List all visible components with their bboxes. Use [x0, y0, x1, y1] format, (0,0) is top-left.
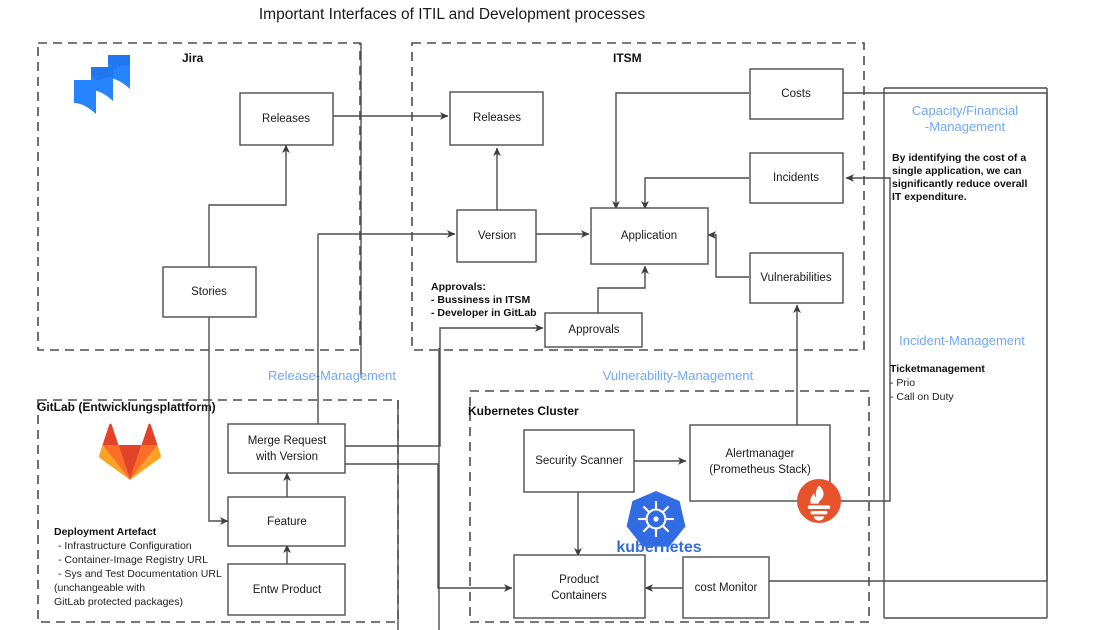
edge-mergerequest-to-approvals: [345, 324, 544, 447]
node-label-line2: (Prometheus Stack): [709, 464, 811, 476]
prometheus-logo: [797, 479, 841, 523]
edge-costs-to-application: [612, 92, 749, 210]
note-deployment-item-0: - Infrastructure Configuration: [58, 540, 192, 552]
swimlane-capacity-financial-line1: Capacity/Financial: [912, 103, 1018, 118]
group-label-jira: Jira: [182, 51, 204, 65]
swimlane-incident-management: Incident-Management: [899, 333, 1025, 348]
note-capacity-line-2: significantly reduce overall: [892, 178, 1027, 190]
node-label-line1: Merge Request: [248, 435, 327, 447]
node-label: Approvals: [568, 324, 619, 336]
node-label: Releases: [262, 113, 310, 125]
note-approvals-item-0: - Bussiness in ITSM: [431, 294, 530, 306]
swimlane-release-management: Release-Management: [268, 368, 396, 383]
swimlane-vulnerability-management: Vulnerability-Management: [603, 368, 754, 383]
note-deployment-item-3: (unchangeable with: [54, 582, 145, 594]
node-jira-releases[interactable]: Releases: [239, 92, 334, 146]
group-label-kubernetes: Kubernetes Cluster: [468, 404, 579, 418]
node-gitlab-entw-product[interactable]: Entw Product: [227, 563, 346, 616]
node-label: Security Scanner: [535, 455, 623, 467]
note-ticketmanagement: Ticketmanagement - Prio - Call on Duty: [890, 363, 985, 403]
node-label: Stories: [191, 286, 227, 298]
node-label: Releases: [473, 112, 521, 124]
node-k8s-security-scanner[interactable]: Security Scanner: [523, 429, 635, 493]
node-itsm-releases[interactable]: Releases: [449, 91, 544, 146]
diagram-canvas: Important Interfaces of ITIL and Develop…: [0, 0, 1120, 630]
node-k8s-product-containers[interactable]: Product Containers: [513, 554, 646, 619]
node-label-line1: Product: [559, 574, 599, 586]
node-gitlab-feature[interactable]: Feature: [227, 496, 346, 547]
note-deployment-item-2: - Sys and Test Documentation URL: [58, 568, 222, 580]
node-label: cost Monitor: [695, 582, 758, 594]
node-itsm-version[interactable]: Version: [456, 209, 537, 263]
node-itsm-incidents[interactable]: Incidents: [749, 152, 844, 204]
note-capacity-financial: By identifying the cost of a single appl…: [892, 152, 1027, 203]
node-label: Feature: [267, 516, 307, 528]
note-capacity-line-0: By identifying the cost of a: [892, 152, 1026, 164]
note-deployment-artefact: Deployment Artefact - Infrastructure Con…: [54, 526, 222, 608]
edge-mergerequest-to-product-containers: [345, 463, 513, 592]
group-label-gitlab: GitLab (Entwicklungsplattform): [37, 400, 216, 414]
edge-incidents-to-application: [641, 177, 749, 210]
edge-prometheus-to-incidents: [829, 174, 891, 502]
note-approvals-item-1: - Developer in GitLab: [431, 307, 537, 319]
swimlane-capacity-financial-line2: -Management: [925, 119, 1006, 134]
node-label: Version: [478, 230, 516, 242]
node-itsm-costs[interactable]: Costs: [749, 68, 844, 120]
node-label-line2: with Version: [255, 451, 318, 463]
note-ticket-item-0: - Prio: [890, 377, 915, 389]
note-capacity-line-3: IT expenditure.: [892, 191, 967, 203]
note-deployment-item-4: GitLab protected packages): [54, 596, 183, 608]
kubernetes-wordmark: kubernetes: [616, 539, 701, 556]
group-label-itsm: ITSM: [613, 51, 642, 65]
note-deployment-item-1: - Container-Image Registry URL: [58, 554, 208, 566]
jira-logo: [74, 55, 130, 114]
node-k8s-cost-monitor[interactable]: cost Monitor: [682, 556, 770, 619]
note-ticket-item-1: - Call on Duty: [890, 391, 954, 403]
edge-stories-to-jira-releases: [208, 144, 290, 270]
edge-vulnerabilities-to-application: [707, 231, 749, 278]
note-approvals: Approvals: - Bussiness in ITSM - Develop…: [431, 281, 537, 319]
gitlab-logo: [99, 423, 161, 480]
note-deployment-heading: Deployment Artefact: [54, 526, 157, 538]
note-approvals-heading: Approvals:: [431, 281, 486, 293]
node-label-line1: Alertmanager: [725, 448, 794, 460]
node-label: Incidents: [773, 172, 819, 184]
edge-approvals-to-application: [597, 265, 649, 315]
node-itsm-vulnerabilities[interactable]: Vulnerabilities: [749, 252, 844, 304]
node-label: Vulnerabilities: [760, 272, 831, 284]
page-title: Important Interfaces of ITIL and Develop…: [259, 6, 646, 23]
node-jira-stories[interactable]: Stories: [162, 266, 257, 318]
node-itsm-application[interactable]: Application: [590, 207, 709, 265]
edge-stories-to-feature: [208, 317, 229, 525]
node-label: Costs: [781, 88, 811, 100]
node-itsm-approvals[interactable]: Approvals: [544, 312, 643, 348]
node-label: Application: [621, 230, 677, 242]
node-gitlab-merge-request[interactable]: Merge Request with Version: [227, 423, 346, 474]
node-label-line2: Containers: [551, 590, 607, 602]
note-capacity-line-1: single application, we can: [892, 165, 1022, 177]
itil-development-interfaces-diagram: Important Interfaces of ITIL and Develop…: [37, 6, 1048, 630]
note-ticket-heading: Ticketmanagement: [890, 363, 985, 375]
node-label: Entw Product: [253, 584, 322, 596]
